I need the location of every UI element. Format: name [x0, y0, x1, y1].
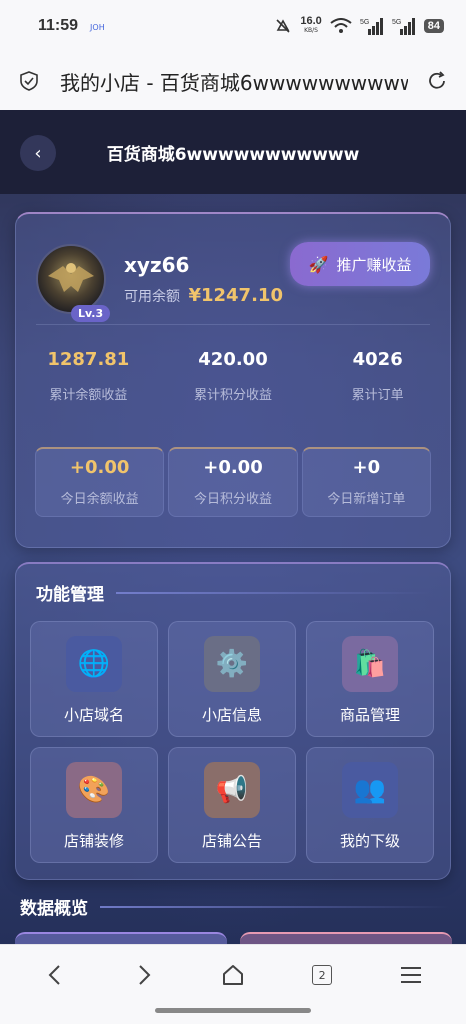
- signal-icon-2: 5G: [392, 18, 415, 35]
- data-overview-header: 数据概览: [20, 894, 450, 919]
- home-nav-button[interactable]: [213, 955, 253, 995]
- stat-orders: 4026 累计订单: [305, 349, 450, 447]
- palette-icon: 🎨: [66, 762, 122, 818]
- function-management-card: 功能管理 🌐 小店域名 ⚙️ 小店信息 🛍️ 商品管理 🎨 店铺装修 📢 店铺公…: [15, 562, 451, 880]
- tile-label: 小店域名: [63, 706, 124, 724]
- status-bar: 11:59 JOH 16.0 KB/S 5G 5G 84: [0, 0, 466, 52]
- battery-indicator: 84: [423, 19, 444, 33]
- page-title[interactable]: 我的小店 - 百货商城6wwwwwwwwww: [60, 67, 408, 96]
- stat-balance-income: 1287.81 累计余额收益: [16, 349, 161, 447]
- stat-points-income: 420.00 累计积分收益: [161, 349, 306, 447]
- browser-address-bar[interactable]: 我的小店 - 百货商城6wwwwwwwwww: [0, 52, 466, 110]
- forward-nav-button[interactable]: [124, 955, 164, 995]
- rocket-icon: 🚀: [308, 254, 329, 274]
- stat-label: 累计积分收益: [194, 388, 273, 403]
- signal-icon: 5G: [360, 18, 383, 35]
- avatar[interactable]: Lv.3: [36, 244, 111, 322]
- gesture-home-bar[interactable]: [155, 1008, 311, 1013]
- tile-product-management[interactable]: 🛍️ 商品管理: [306, 621, 434, 737]
- browser-bottom-bar: 2: [0, 944, 466, 1024]
- stat-value: 4026: [352, 349, 403, 370]
- stat-label: 累计订单: [351, 388, 404, 403]
- back-button[interactable]: ‹: [20, 135, 56, 171]
- gear-icon: ⚙️: [204, 636, 260, 692]
- wifi-icon: [330, 18, 352, 33]
- section-title: 数据概览: [20, 899, 88, 919]
- section-line: [100, 905, 450, 908]
- megaphone-icon: 📢: [204, 762, 260, 818]
- app-title: 百货商城6wwwwwwwwwww: [106, 144, 360, 165]
- back-nav-button[interactable]: [35, 955, 75, 995]
- clock: 11:59: [38, 17, 79, 34]
- shopping-bags-icon: 🛍️: [342, 636, 398, 692]
- svg-text:5G: 5G: [392, 19, 401, 26]
- stat-label: 累计余额收益: [49, 388, 128, 403]
- globe-icon: 🌐: [66, 636, 122, 692]
- tile-label: 店铺公告: [201, 832, 262, 850]
- tile-shop-announcement[interactable]: 📢 店铺公告: [168, 747, 296, 863]
- cumulative-stats: 1287.81 累计余额收益 420.00 累计积分收益 4026 累计订单: [16, 325, 450, 447]
- app-header: ‹ 百货商城6wwwwwwwwwww: [0, 110, 466, 194]
- today-value: +0.00: [69, 457, 130, 478]
- home-icon: [222, 965, 243, 985]
- tab-count: 2: [312, 965, 333, 985]
- today-points-income: +0.00 今日积分收益: [168, 447, 298, 517]
- profile-card: Lv.3 xyz66 可用余额 ¥1247.10 🚀 推广赚收益 1287.81…: [15, 212, 451, 548]
- tile-label: 店铺装修: [63, 832, 124, 850]
- today-stats: +0.00 今日余额收益 +0.00 今日积分收益 +0 今日新增订单: [16, 447, 450, 517]
- balance-amount: ¥1247.10: [188, 284, 283, 306]
- today-balance-income: +0.00 今日余额收益: [35, 447, 165, 517]
- tabs-nav-button[interactable]: 2: [302, 955, 342, 995]
- balance-label: 可用余额: [124, 288, 180, 305]
- level-badge: Lv.3: [71, 305, 111, 322]
- tile-label: 我的下级: [339, 832, 400, 850]
- shop-app: ‹ 百货商城6wwwwwwwwwww Lv.3 xyz66 可用余额 ¥1247…: [0, 110, 466, 944]
- shield-check-icon[interactable]: [18, 70, 40, 92]
- today-label: 今日新增订单: [327, 492, 406, 507]
- tile-label: 商品管理: [339, 706, 400, 724]
- menu-nav-button[interactable]: [391, 955, 431, 995]
- stat-value: 1287.81: [47, 349, 130, 370]
- avatar-image: [48, 263, 94, 292]
- users-icon: 👥: [342, 762, 398, 818]
- data-card-peek[interactable]: [240, 932, 452, 944]
- chevron-left-icon: [48, 965, 60, 985]
- tile-shop-info[interactable]: ⚙️ 小店信息: [168, 621, 296, 737]
- tile-label: 小店信息: [201, 706, 262, 724]
- promote-earn-label: 推广赚收益: [336, 255, 412, 274]
- tile-my-subordinates[interactable]: 👥 我的下级: [306, 747, 434, 863]
- section-line: [116, 591, 430, 594]
- stat-value: 420.00: [198, 349, 268, 370]
- tile-shop-domain[interactable]: 🌐 小店域名: [30, 621, 158, 737]
- function-grid: 🌐 小店域名 ⚙️ 小店信息 🛍️ 商品管理 🎨 店铺装修 📢 店铺公告 👥 我…: [16, 605, 450, 863]
- data-card-peek[interactable]: [15, 932, 227, 944]
- today-label: 今日余额收益: [60, 492, 139, 507]
- today-value: +0.00: [203, 457, 263, 478]
- promote-earn-button[interactable]: 🚀 推广赚收益: [290, 242, 430, 286]
- reload-icon[interactable]: [426, 70, 448, 92]
- section-title: 功能管理: [36, 585, 104, 605]
- net-speed: 16.0 KB/S: [300, 15, 322, 35]
- menu-icon: [401, 967, 422, 983]
- user-name: xyz66: [124, 252, 190, 277]
- today-value: +0: [352, 457, 381, 478]
- tile-shop-decoration[interactable]: 🎨 店铺装修: [30, 747, 158, 863]
- today-new-orders: +0 今日新增订单: [301, 447, 431, 517]
- status-small-label: JOH: [90, 22, 105, 32]
- today-label: 今日积分收益: [193, 492, 272, 507]
- mute-icon: [276, 19, 290, 33]
- chevron-right-icon: [139, 965, 151, 985]
- chevron-left-icon: ‹: [34, 142, 42, 164]
- svg-text:5G: 5G: [360, 19, 369, 26]
- balance-row: 可用余额 ¥1247.10: [124, 285, 283, 306]
